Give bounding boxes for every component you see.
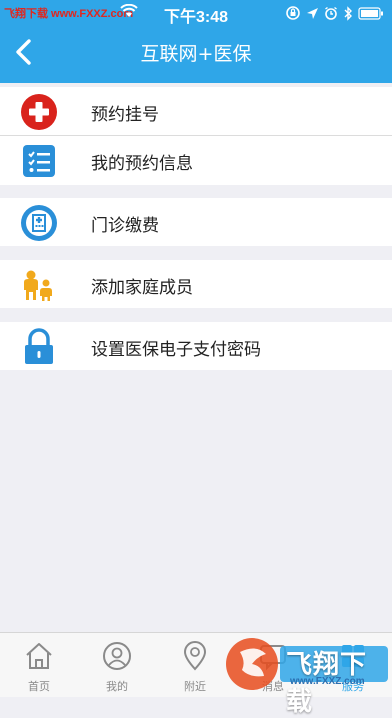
menu-item-appointment[interactable]: 预约挂号 bbox=[0, 87, 392, 135]
home-icon bbox=[24, 641, 54, 671]
menu-group-password: 设置医保电子支付密码 bbox=[0, 322, 392, 370]
checklist-icon bbox=[20, 142, 58, 180]
menu-item-set-payment-password[interactable]: 设置医保电子支付密码 bbox=[0, 322, 392, 370]
lock-icon bbox=[20, 328, 58, 366]
back-button[interactable] bbox=[2, 30, 46, 78]
status-bar: 飞翔下载 www.FXXZ.com 下午3:48 bbox=[0, 0, 392, 26]
medical-cross-icon bbox=[20, 93, 58, 131]
tab-label: 首页 bbox=[28, 680, 50, 693]
menu-group-appointment: 预约挂号 我的预约信息 bbox=[0, 87, 392, 185]
nav-bar: 互联网+医保 bbox=[0, 26, 392, 83]
battery-icon bbox=[358, 6, 384, 20]
menu-item-outpatient-payment[interactable]: 门诊缴费 bbox=[0, 198, 392, 246]
watermark-url: www.FXXZ.com bbox=[290, 676, 365, 687]
menu-label: 门诊缴费 bbox=[91, 216, 159, 236]
menu-label: 预约挂号 bbox=[91, 105, 159, 125]
rotation-lock-icon bbox=[285, 5, 301, 21]
tab-home[interactable]: 首页 bbox=[0, 633, 78, 697]
family-icon bbox=[20, 266, 58, 304]
menu-label: 设置医保电子支付密码 bbox=[91, 340, 261, 360]
menu-item-my-appointments[interactable]: 我的预约信息 bbox=[0, 136, 392, 184]
menu-label: 我的预约信息 bbox=[91, 154, 193, 174]
app-header: 飞翔下载 www.FXXZ.com 下午3:48 互联网+医保 bbox=[0, 0, 392, 83]
tab-label: 我的 bbox=[106, 680, 128, 693]
bluetooth-icon bbox=[343, 5, 353, 21]
page-title: 互联网+医保 bbox=[140, 43, 252, 65]
tab-mine[interactable]: 我的 bbox=[78, 633, 156, 697]
menu-group-payment: 门诊缴费 bbox=[0, 198, 392, 246]
menu-item-add-family-member[interactable]: 添加家庭成员 bbox=[0, 260, 392, 308]
hospital-bill-icon bbox=[20, 204, 58, 242]
alarm-icon bbox=[324, 6, 338, 20]
location-pin-icon bbox=[180, 641, 210, 671]
menu-label: 添加家庭成员 bbox=[91, 278, 193, 298]
chevron-left-icon bbox=[15, 39, 33, 69]
location-arrow-icon bbox=[306, 7, 319, 20]
menu-group-family: 添加家庭成员 bbox=[0, 260, 392, 308]
user-icon bbox=[102, 641, 132, 671]
